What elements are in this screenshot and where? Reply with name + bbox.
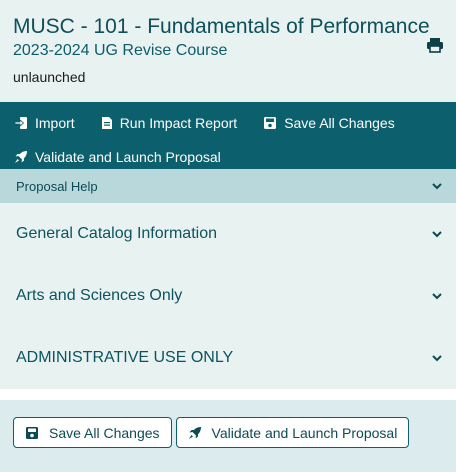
file-icon — [101, 116, 112, 129]
rocket-icon — [15, 150, 27, 163]
rocket-icon — [188, 426, 201, 439]
footer-save-label: Save All Changes — [49, 424, 160, 441]
section-label: ADMINISTRATIVE USE ONLY — [16, 349, 234, 366]
validate-launch-button[interactable]: Validate and Launch Proposal — [14, 149, 221, 165]
footer-validate-label: Validate and Launch Proposal — [211, 424, 398, 441]
section-general-catalog[interactable]: General Catalog Information — [0, 203, 456, 265]
footer-save-button[interactable]: Save All Changes — [13, 417, 172, 448]
save-all-changes-label: Save All Changes — [284, 114, 395, 131]
status-text: unlaunched — [13, 69, 86, 85]
proposal-help-label: Proposal Help — [16, 178, 98, 194]
section-arts-sciences[interactable]: Arts and Sciences Only — [0, 265, 456, 327]
save-icon — [264, 116, 277, 129]
section-label: General Catalog Information — [16, 225, 217, 242]
proposal-subtitle: 2023-2024 UG Revise Course — [13, 42, 228, 59]
print-icon[interactable] — [426, 36, 444, 54]
toolbar: Import Run Impact Report Save All Change… — [0, 102, 456, 169]
proposal-help-toggle[interactable]: Proposal Help — [0, 169, 456, 203]
section-administrative[interactable]: ADMINISTRATIVE USE ONLY — [0, 327, 456, 389]
chevron-down-icon — [432, 182, 442, 189]
divider — [0, 389, 456, 400]
import-label: Import — [35, 114, 75, 131]
save-icon — [26, 426, 38, 439]
proposal-page: MUSC - 101 - Fundamentals of Performance… — [0, 0, 456, 472]
footer-actions: Save All Changes Validate and Launch Pro… — [0, 400, 456, 472]
chevron-down-icon — [432, 292, 442, 299]
import-button[interactable]: Import — [14, 115, 75, 131]
run-impact-report-button[interactable]: Run Impact Report — [101, 114, 238, 131]
save-all-changes-button[interactable]: Save All Changes — [263, 115, 395, 131]
chevron-down-icon — [432, 354, 442, 361]
proposal-header: MUSC - 101 - Fundamentals of Performance… — [0, 0, 456, 102]
run-impact-report-label: Run Impact Report — [119, 114, 238, 131]
page-title: MUSC - 101 - Fundamentals of Performance — [13, 15, 430, 38]
chevron-down-icon — [432, 230, 442, 237]
section-label: Arts and Sciences Only — [16, 287, 183, 304]
import-icon — [14, 116, 27, 129]
footer-validate-button[interactable]: Validate and Launch Proposal — [175, 417, 410, 448]
validate-launch-label: Validate and Launch Proposal — [35, 148, 221, 165]
